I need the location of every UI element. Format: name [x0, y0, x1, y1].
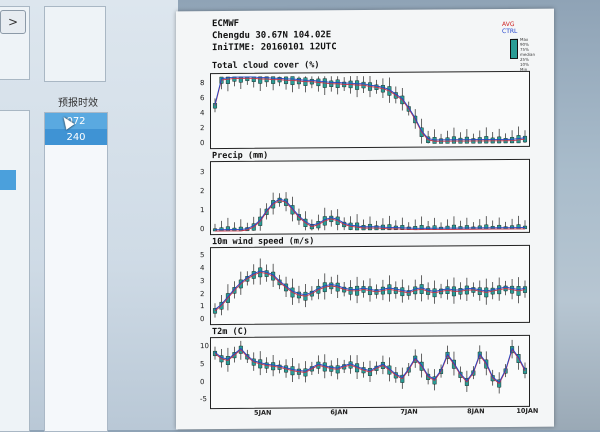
y-tick-label: 8	[200, 78, 205, 87]
chart-svg	[213, 75, 528, 144]
x-tick-label: 6JAN	[330, 408, 348, 417]
y-tick-label: 0	[200, 315, 205, 324]
box-mark	[432, 137, 437, 144]
legend-stats: Max 90% 75% median 25% 10% Min	[520, 36, 535, 72]
y-tick-label: 0	[200, 377, 205, 386]
ctrl-line	[214, 76, 526, 141]
box-mark	[484, 224, 489, 230]
panel-title-wind: 10m wind speed (m/s)	[212, 236, 315, 248]
box-mark	[419, 225, 424, 230]
y-tick-label: 3	[200, 168, 205, 177]
chart-svg	[213, 192, 528, 232]
box-mark	[271, 76, 276, 84]
selected-row-strip[interactable]	[0, 170, 16, 190]
box-mark	[516, 135, 521, 144]
y-tick-label: 0	[200, 225, 205, 234]
y-tick-label: 5	[200, 251, 205, 260]
left-window: > 预报时效 072 240	[0, 0, 178, 432]
box-mark	[516, 224, 521, 230]
list-item[interactable]: 072	[45, 113, 107, 129]
list-item[interactable]: 240	[45, 129, 107, 145]
chart-svg	[213, 339, 528, 394]
avg-line	[214, 77, 526, 142]
x-tick-label: 7JAN	[400, 407, 418, 416]
x-tick-label: 8JAN	[467, 407, 485, 416]
box-mark	[238, 76, 243, 83]
box-mark	[497, 136, 502, 144]
box-mark	[464, 136, 469, 144]
left-list-pane	[0, 110, 30, 432]
panel-title-precip: Precip (mm)	[212, 150, 269, 162]
lead-time-list[interactable]: 072 240	[44, 112, 108, 432]
box-mark	[432, 225, 437, 230]
plot-t2m	[210, 334, 530, 410]
source-label: ECMWF	[212, 18, 240, 30]
y-tick-label: 4	[200, 108, 205, 117]
plot-wind	[210, 244, 530, 326]
y-tick-label: 10	[200, 342, 209, 351]
panel-title-t2m: T2m (C)	[212, 326, 248, 338]
x-tick-label: 5JAN	[254, 408, 272, 417]
box-mark	[451, 224, 456, 230]
box-mark	[445, 137, 450, 144]
y-tick-label: -5	[200, 395, 207, 404]
location-label: Chengdu 30.67N 104.02E	[212, 30, 332, 42]
init-time-label: IniTIME: 20160101 12UTC	[212, 42, 337, 54]
y-tick-label: 2	[200, 187, 205, 196]
forecast-lead-header: 预报时效	[58, 98, 98, 109]
y-tick-label: 6	[200, 93, 205, 102]
legend-box-icon	[510, 38, 518, 59]
chart-svg	[213, 258, 528, 318]
y-tick-label: 1	[200, 206, 205, 215]
y-tick-label: 2	[200, 123, 205, 133]
legend-ctrl: CTRL	[502, 27, 518, 36]
y-tick-label: 4	[200, 264, 205, 273]
box-mark	[477, 137, 482, 144]
plot-cloud	[210, 70, 530, 150]
y-tick-label: 1	[200, 302, 205, 311]
meteogram-sheet: ECMWF Chengdu 30.67N 104.02E IniTIME: 20…	[176, 8, 554, 430]
panel-title-cloud: Total cloud cover (%)	[212, 60, 320, 72]
x-axis-labels	[176, 9, 554, 12]
y-tick-label: 3	[200, 276, 205, 285]
right-pane-top	[44, 6, 106, 82]
y-tick-label: 0	[200, 139, 205, 148]
x-tick-label: 10JAN	[516, 406, 539, 415]
legend: AVG CTRL Max 90% 75% median 25% 10% Min	[502, 21, 546, 73]
box-mark	[225, 226, 230, 232]
arrow-button[interactable]: >	[0, 10, 26, 34]
y-tick-label: 2	[200, 289, 205, 298]
y-tick-label: 5	[200, 359, 205, 369]
box-mark	[497, 224, 502, 230]
box-mark	[464, 225, 469, 230]
plot-precip	[210, 158, 530, 236]
